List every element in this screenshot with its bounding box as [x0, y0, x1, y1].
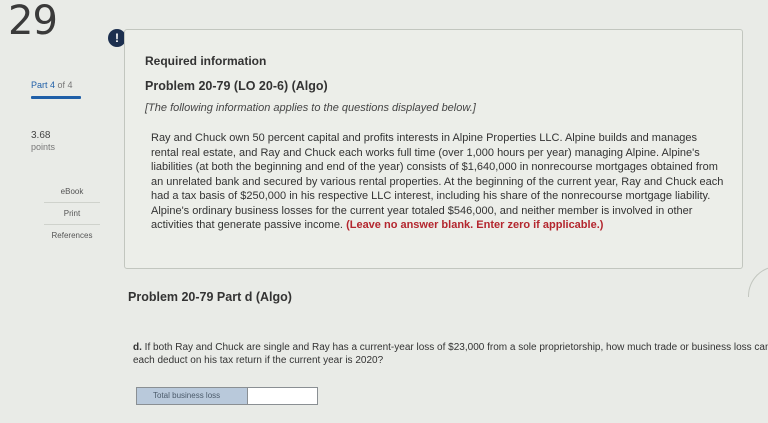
question-number: 29 [8, 0, 58, 44]
points-block: 3.68 points [31, 130, 91, 152]
sub-question: d. If both Ray and Chuck are single and … [133, 342, 768, 367]
problem-body: Ray and Chuck own 50 percent capital and… [151, 131, 725, 233]
total-business-loss-input[interactable] [247, 388, 317, 404]
part-progress-bar [31, 96, 81, 99]
question-letter: d. [133, 342, 142, 353]
panel-edge-decoration [748, 266, 768, 297]
question-text: If both Ray and Chuck are single and Ray… [133, 342, 768, 366]
problem-text: Ray and Chuck own 50 percent capital and… [151, 132, 724, 231]
problem-title: Problem 20-79 (LO 20-6) (Algo) [145, 79, 328, 93]
ebook-link[interactable]: eBook [44, 181, 100, 202]
part-indicator: Part 4 of 4 [31, 80, 73, 90]
required-info-panel: Required information Problem 20-79 (LO 2… [124, 29, 743, 269]
references-link[interactable]: References [44, 224, 100, 246]
info-note: [The following information applies to th… [145, 102, 476, 114]
part-total: of 4 [57, 80, 73, 90]
points-value: 3.68 [31, 130, 51, 141]
part-current: Part 4 [31, 80, 56, 90]
part-title: Problem 20-79 Part d (Algo) [128, 290, 292, 304]
answer-label: Total business loss [137, 388, 247, 404]
points-label: points [31, 142, 56, 152]
answer-row: Total business loss [136, 387, 318, 405]
print-link[interactable]: Print [44, 202, 100, 224]
resource-links: eBook Print References [44, 181, 100, 246]
required-info-heading: Required information [145, 54, 267, 68]
warning-text: (Leave no answer blank. Enter zero if ap… [346, 219, 604, 231]
